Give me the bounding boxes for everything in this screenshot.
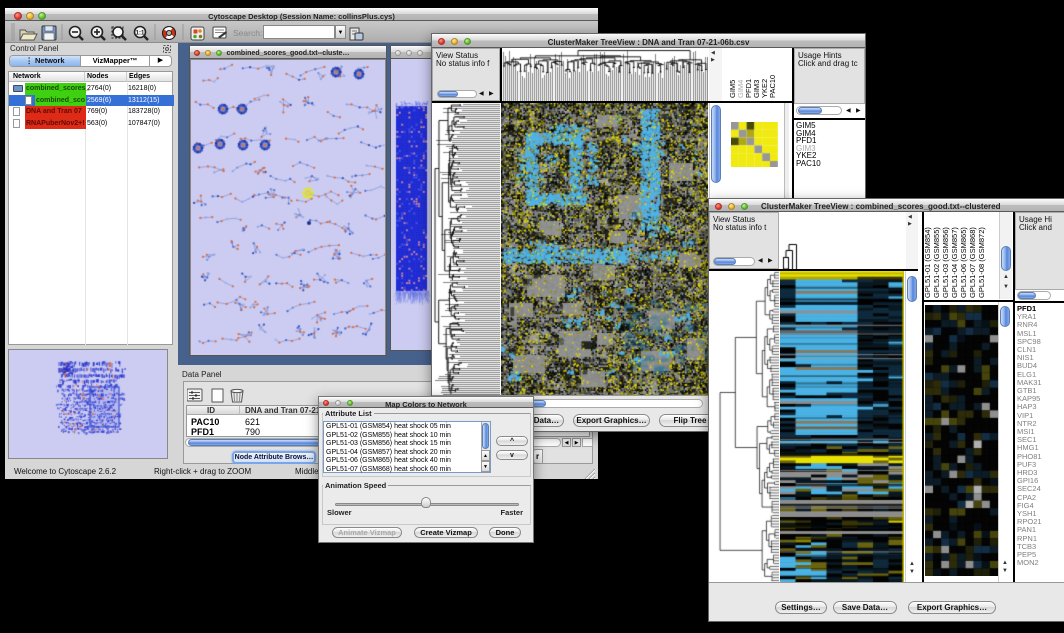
svg-text:1:1: 1:1 — [136, 31, 145, 37]
